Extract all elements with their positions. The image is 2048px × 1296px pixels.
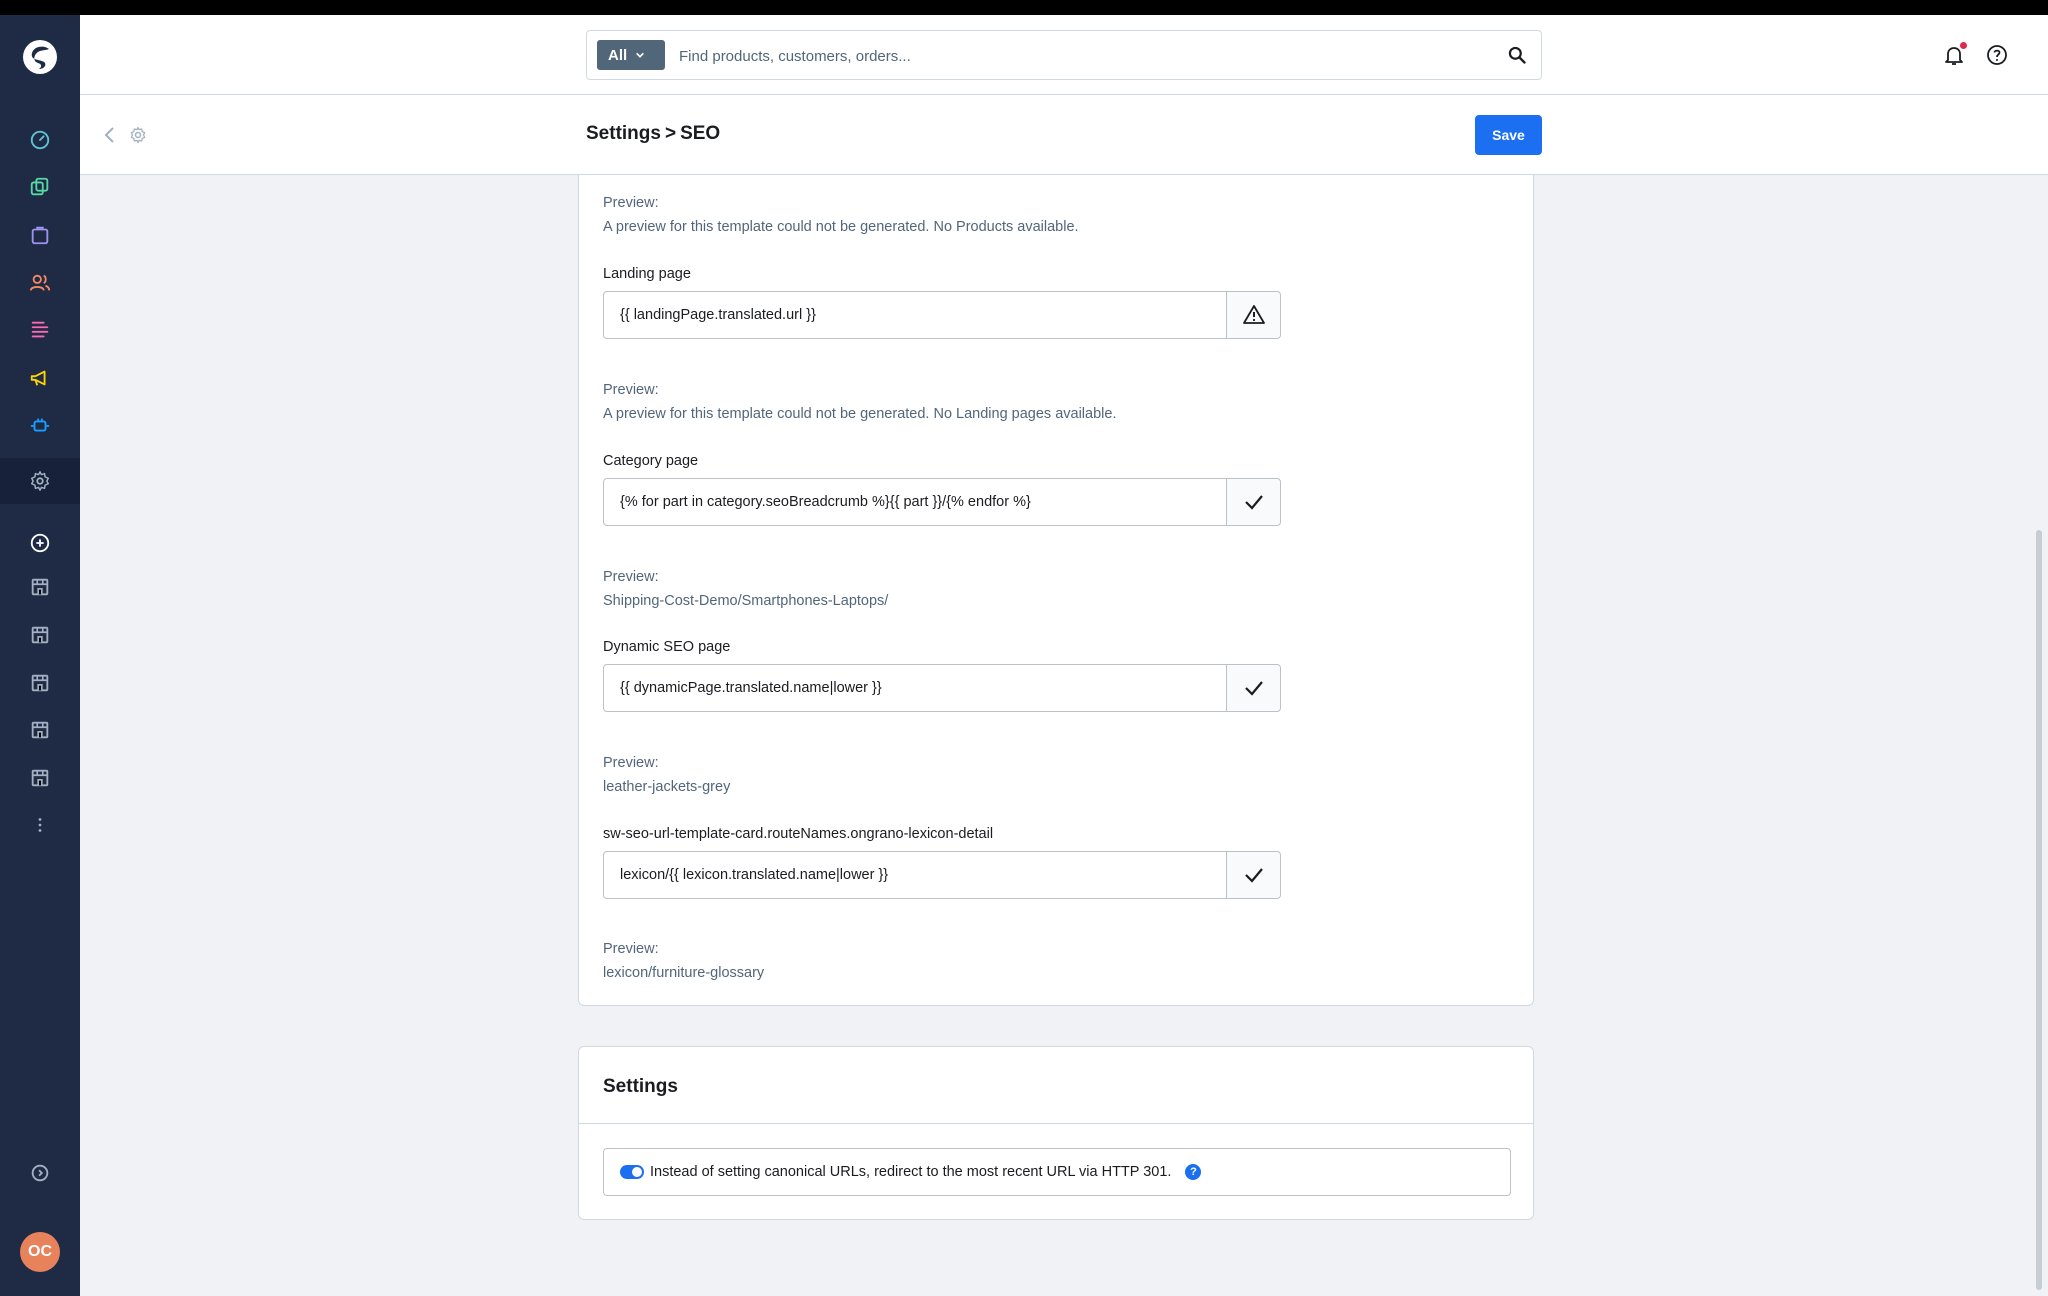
page-scrollbar[interactable] <box>2036 530 2042 1290</box>
chevron-left-icon[interactable] <box>100 125 120 145</box>
storefront-icon <box>31 578 49 596</box>
checkmark-icon <box>1244 681 1263 696</box>
gear-icon <box>31 471 49 491</box>
preview-text: leather-jackets-grey <box>603 779 731 795</box>
storefront-icon <box>31 721 49 739</box>
sidebar-sales-channel-4[interactable] <box>0 707 80 753</box>
checkmark-icon <box>1244 495 1263 510</box>
breadcrumb-current: SEO <box>680 123 721 144</box>
gear-icon[interactable] <box>128 125 148 145</box>
sidebar-item-dashboard[interactable] <box>0 117 80 163</box>
landing-page-status <box>1226 292 1280 338</box>
dynamic-seo-page-template-input[interactable] <box>604 665 1226 711</box>
plus-circle-icon <box>30 533 50 553</box>
breadcrumb-separator: > <box>664 123 677 144</box>
preview-label: Preview: <box>603 941 659 957</box>
field-landing-page <box>603 291 1281 339</box>
search-input[interactable] <box>679 41 1499 71</box>
sidebar-item-extensions[interactable] <box>0 403 80 449</box>
preview-text: A preview for this template could not be… <box>603 406 1117 422</box>
sidebar-item-catalogues[interactable] <box>0 164 80 210</box>
preview-label: Preview: <box>603 382 659 398</box>
landing-page-template-input[interactable] <box>604 292 1226 338</box>
megaphone-icon <box>30 370 46 386</box>
card-divider <box>579 1123 1533 1124</box>
content-list-icon <box>31 321 49 338</box>
page-title: Settings > SEO <box>586 123 720 145</box>
sidebar-item-customers[interactable] <box>0 260 80 306</box>
chevron-down-icon <box>636 52 645 58</box>
redirect-switch-field: Instead of setting canonical URLs, redir… <box>603 1148 1511 1196</box>
search-icon[interactable] <box>1507 45 1527 65</box>
notification-dot <box>1960 42 1967 49</box>
preview-text: Shipping-Cost-Demo/Smartphones-Laptops/ <box>603 593 889 609</box>
shopping-bag-icon <box>31 226 49 245</box>
field-lexicon-detail <box>603 851 1281 899</box>
breadcrumb-parent[interactable]: Settings <box>586 123 661 145</box>
sidebar-item-orders[interactable] <box>0 212 80 258</box>
dashboard-icon <box>30 130 50 150</box>
avatar-initials: OC <box>28 1243 52 1260</box>
sidebar-sales-channel-2[interactable] <box>0 612 80 658</box>
storefront-icon <box>31 626 49 644</box>
sidebar-item-marketing[interactable] <box>0 355 80 401</box>
seo-settings-card: Settings Instead of setting canonical UR… <box>578 1046 1534 1220</box>
global-header: All <box>80 15 2048 95</box>
shopware-logo-icon[interactable] <box>20 37 60 77</box>
field-label-category-page: Category page <box>603 453 699 469</box>
global-search: All <box>586 30 1542 80</box>
field-label-dynamic-seo-page: Dynamic SEO page <box>603 639 731 655</box>
sidebar-expand-toggle[interactable] <box>0 1150 80 1196</box>
preview-text: lexicon/furniture-glossary <box>603 965 765 981</box>
sidebar <box>0 15 80 1296</box>
search-type-label: All <box>608 46 628 64</box>
storefront-icon <box>31 674 49 692</box>
plug-icon <box>30 418 50 432</box>
seo-url-templates-card: Preview: A preview for this template cou… <box>578 175 1534 1006</box>
lexicon-detail-template-input[interactable] <box>604 852 1226 898</box>
sidebar-item-content[interactable] <box>0 307 80 353</box>
sidebar-more[interactable] <box>0 802 80 848</box>
preview-text: A preview for this template could not be… <box>603 219 1079 235</box>
storefront-icon <box>31 769 49 787</box>
preview-label: Preview: <box>603 569 659 585</box>
checkmark-icon <box>1244 868 1263 883</box>
search-type-dropdown[interactable]: All <box>597 40 665 70</box>
redirect-toggle[interactable] <box>620 1165 644 1179</box>
smart-bar: Settings > SEO Save <box>80 95 2048 175</box>
field-label-lexicon-detail: sw-seo-url-template-card.routeNames.ongr… <box>603 826 994 842</box>
catalogue-icon <box>30 177 49 196</box>
field-label-landing-page: Landing page <box>603 266 691 282</box>
save-button[interactable]: Save <box>1475 115 1542 155</box>
avatar[interactable]: OC <box>20 1232 60 1272</box>
category-page-status <box>1226 479 1280 525</box>
sidebar-sales-channel-5[interactable] <box>0 755 80 801</box>
card-title: Settings <box>603 1076 678 1097</box>
category-page-template-input[interactable] <box>604 479 1226 525</box>
preview-label: Preview: <box>603 195 659 211</box>
field-dynamic-seo-page <box>603 664 1281 712</box>
more-vertical-icon <box>38 818 42 832</box>
warning-icon <box>1242 305 1265 324</box>
sidebar-item-settings[interactable] <box>0 458 80 504</box>
users-icon <box>29 274 51 291</box>
chevron-right-circle-icon <box>31 1164 49 1182</box>
field-category-page <box>603 478 1281 526</box>
top-black-bar <box>0 0 2048 15</box>
dynamic-seo-page-status <box>1226 665 1280 711</box>
preview-label: Preview: <box>603 755 659 771</box>
help-icon[interactable] <box>1985 43 2009 67</box>
redirect-switch-label[interactable]: Instead of setting canonical URLs, redir… <box>650 1164 1171 1180</box>
lexicon-detail-status <box>1226 852 1280 898</box>
sidebar-sales-channel-3[interactable] <box>0 660 80 706</box>
sidebar-add-sales-channel[interactable] <box>0 520 80 566</box>
help-icon[interactable]: ? <box>1185 1164 1202 1180</box>
sidebar-sales-channel-1[interactable] <box>0 564 80 610</box>
